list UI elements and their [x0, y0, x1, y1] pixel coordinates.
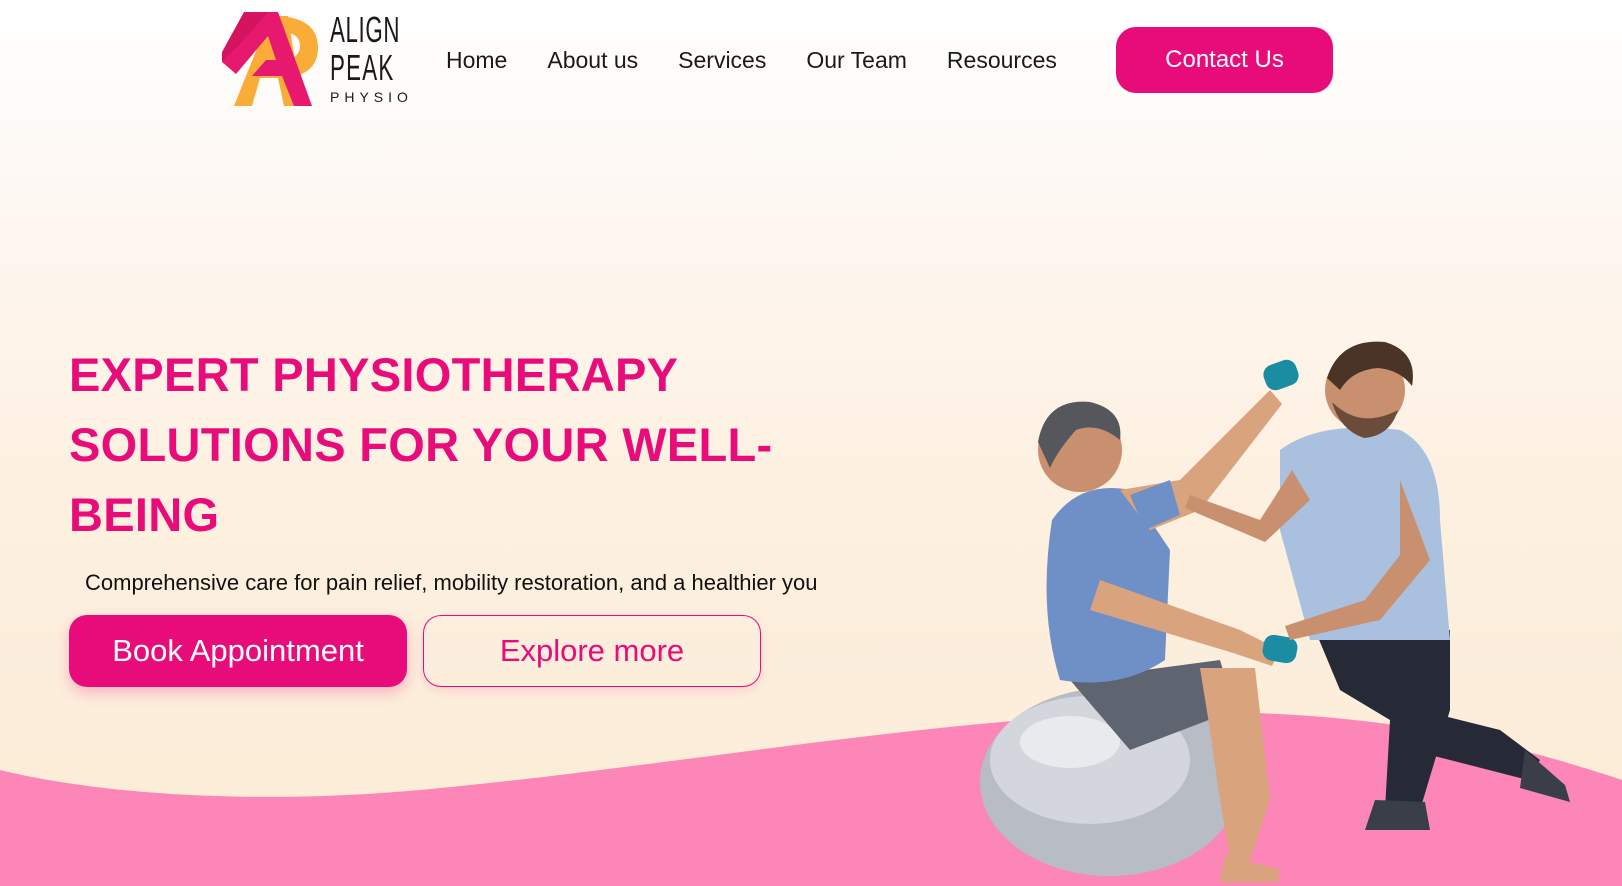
hero-title: EXPERT PHYSIOTHERAPY SOLUTIONS FOR YOUR … [69, 348, 773, 541]
explore-more-button[interactable]: Explore more [423, 615, 761, 687]
dumbbell-upper [1263, 359, 1299, 391]
book-appointment-button[interactable]: Book Appointment [69, 615, 407, 687]
hero-image-physiotherapy-session [980, 341, 1570, 882]
hero-subtitle: Comprehensive care for pain relief, mobi… [85, 570, 818, 595]
